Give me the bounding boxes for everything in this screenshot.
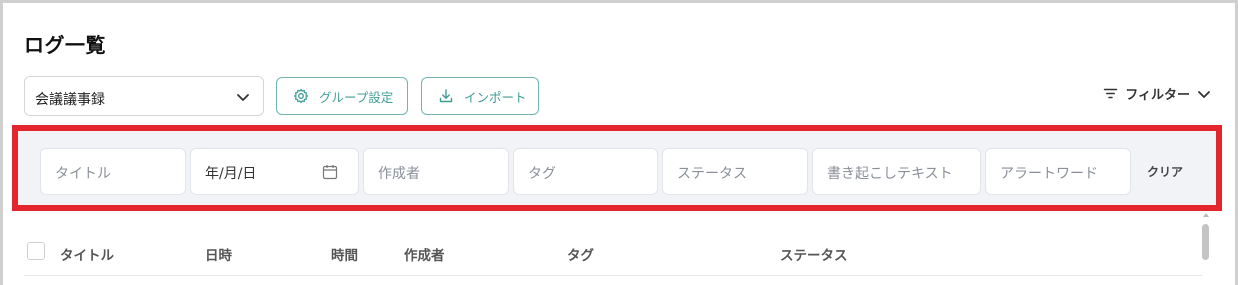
alert-word-filter-placeholder: アラートワード xyxy=(1000,166,1098,182)
title-filter-placeholder: タイトル xyxy=(55,166,111,182)
select-all-checkbox[interactable] xyxy=(27,242,45,260)
title-filter-input[interactable]: タイトル xyxy=(40,148,186,195)
column-header-status[interactable]: ステータス xyxy=(780,244,848,264)
date-filter-input[interactable]: 年/月/日 xyxy=(190,148,359,195)
group-select[interactable]: 会議議事録 xyxy=(24,76,264,116)
status-filter-input[interactable]: ステータス xyxy=(662,148,808,195)
status-filter-placeholder: ステータス xyxy=(677,166,747,182)
tag-filter-placeholder: タグ xyxy=(528,166,556,182)
transcript-filter-placeholder: 書き起こしテキスト xyxy=(827,166,953,182)
group-select-value: 会議議事録 xyxy=(35,92,105,108)
date-filter-placeholder: 年/月/日 xyxy=(205,166,257,182)
tag-filter-input[interactable]: タグ xyxy=(513,148,658,195)
filter-toggle-label: フィルター xyxy=(1125,88,1190,103)
alert-word-filter-input[interactable]: アラートワード xyxy=(985,148,1131,195)
group-settings-button[interactable]: グループ設定 xyxy=(276,77,408,115)
filter-toggle-button[interactable]: フィルター xyxy=(1103,84,1212,103)
author-filter-input[interactable]: 作成者 xyxy=(363,148,509,195)
group-settings-label: グループ設定 xyxy=(319,89,394,105)
column-header-duration[interactable]: 時間 xyxy=(331,244,358,264)
gear-icon xyxy=(293,88,309,104)
chevron-down-icon xyxy=(237,94,249,101)
column-header-author[interactable]: 作成者 xyxy=(404,244,445,264)
calendar-icon[interactable] xyxy=(322,164,338,180)
transcript-filter-input[interactable]: 書き起こしテキスト xyxy=(812,148,981,195)
column-header-datetime[interactable]: 日時 xyxy=(205,244,232,264)
author-filter-placeholder: 作成者 xyxy=(378,166,420,182)
download-icon xyxy=(439,89,453,103)
scrollbar-thumb[interactable] xyxy=(1202,224,1209,260)
chevron-down-icon xyxy=(1198,90,1210,98)
page-title: ログ一覧 xyxy=(24,33,106,57)
clear-filters-button[interactable]: クリア xyxy=(1147,163,1183,180)
scroll-up-arrow[interactable] xyxy=(1203,213,1209,217)
column-header-tag[interactable]: タグ xyxy=(567,244,594,264)
import-button[interactable]: インポート xyxy=(421,77,539,115)
table-header: タイトル 日時 時間 作成者 タグ ステータス xyxy=(24,236,1202,276)
filter-panel: タイトル 年/月/日 作成者 タグ ステータス 書き起こしテキスト アラートワー… xyxy=(12,125,1222,211)
import-label: インポート xyxy=(464,89,527,105)
filter-icon xyxy=(1104,88,1118,99)
column-header-title[interactable]: タイトル xyxy=(60,244,114,264)
